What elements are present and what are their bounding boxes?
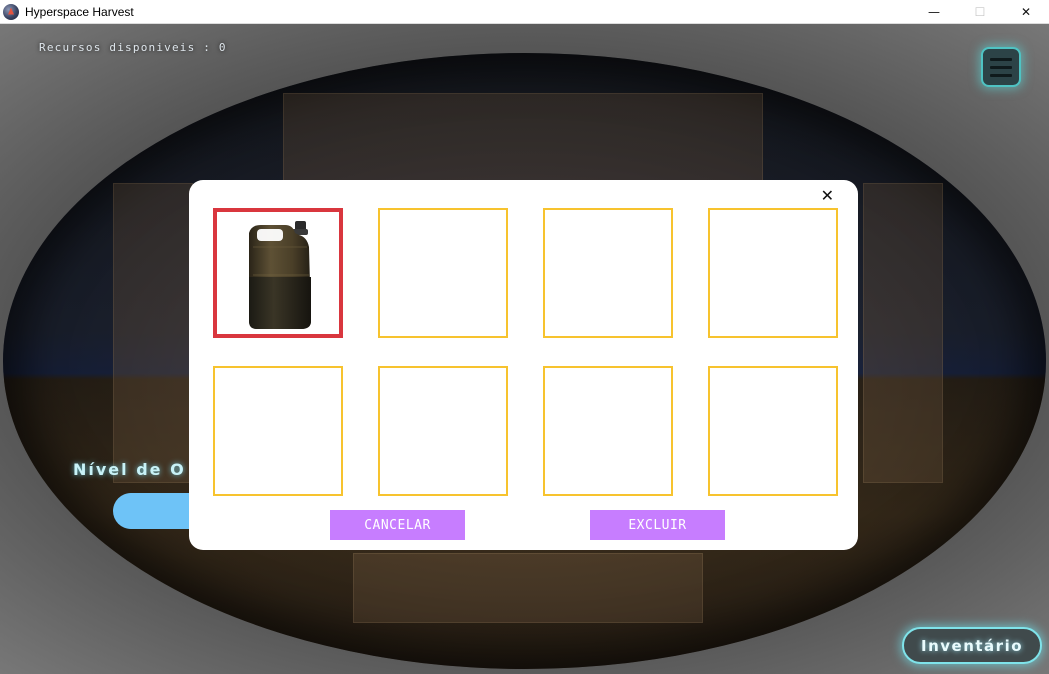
jerrycan-icon xyxy=(249,221,311,329)
delete-button[interactable]: EXCLUIR xyxy=(590,510,725,540)
inventory-slot-5[interactable] xyxy=(213,366,343,496)
inventory-slot-7[interactable] xyxy=(543,366,673,496)
window-title: Hyperspace Harvest xyxy=(25,4,134,19)
app-icon xyxy=(3,3,19,20)
level-label: Nível de O xyxy=(73,460,186,479)
cancel-button[interactable]: CANCELAR xyxy=(330,510,465,540)
inventory-slot-8[interactable] xyxy=(708,366,838,496)
inventory-slot-3[interactable] xyxy=(543,208,673,338)
hamburger-menu-icon[interactable] xyxy=(981,47,1021,87)
minimize-button[interactable]: — xyxy=(911,0,957,24)
window-controls: — ☐ ✕ xyxy=(911,0,1049,24)
inventory-button[interactable]: Inventário xyxy=(902,627,1042,664)
inventory-slot-1[interactable] xyxy=(213,208,343,338)
resources-counter: Recursos disponiveis : 0 xyxy=(39,41,227,54)
inventory-slot-6[interactable] xyxy=(378,366,508,496)
maximize-button[interactable]: ☐ xyxy=(957,0,1003,24)
inventory-slot-2[interactable] xyxy=(378,208,508,338)
inventory-modal: ✕ CANCELAR EXCLUIR xyxy=(189,180,858,550)
inventory-slot-4[interactable] xyxy=(708,208,838,338)
close-button[interactable]: ✕ xyxy=(1003,0,1049,24)
game-viewport: Recursos disponiveis : 0 Nível de O Inve… xyxy=(0,24,1049,674)
close-icon[interactable]: ✕ xyxy=(821,187,834,205)
window-titlebar: Hyperspace Harvest — ☐ ✕ xyxy=(0,0,1049,24)
